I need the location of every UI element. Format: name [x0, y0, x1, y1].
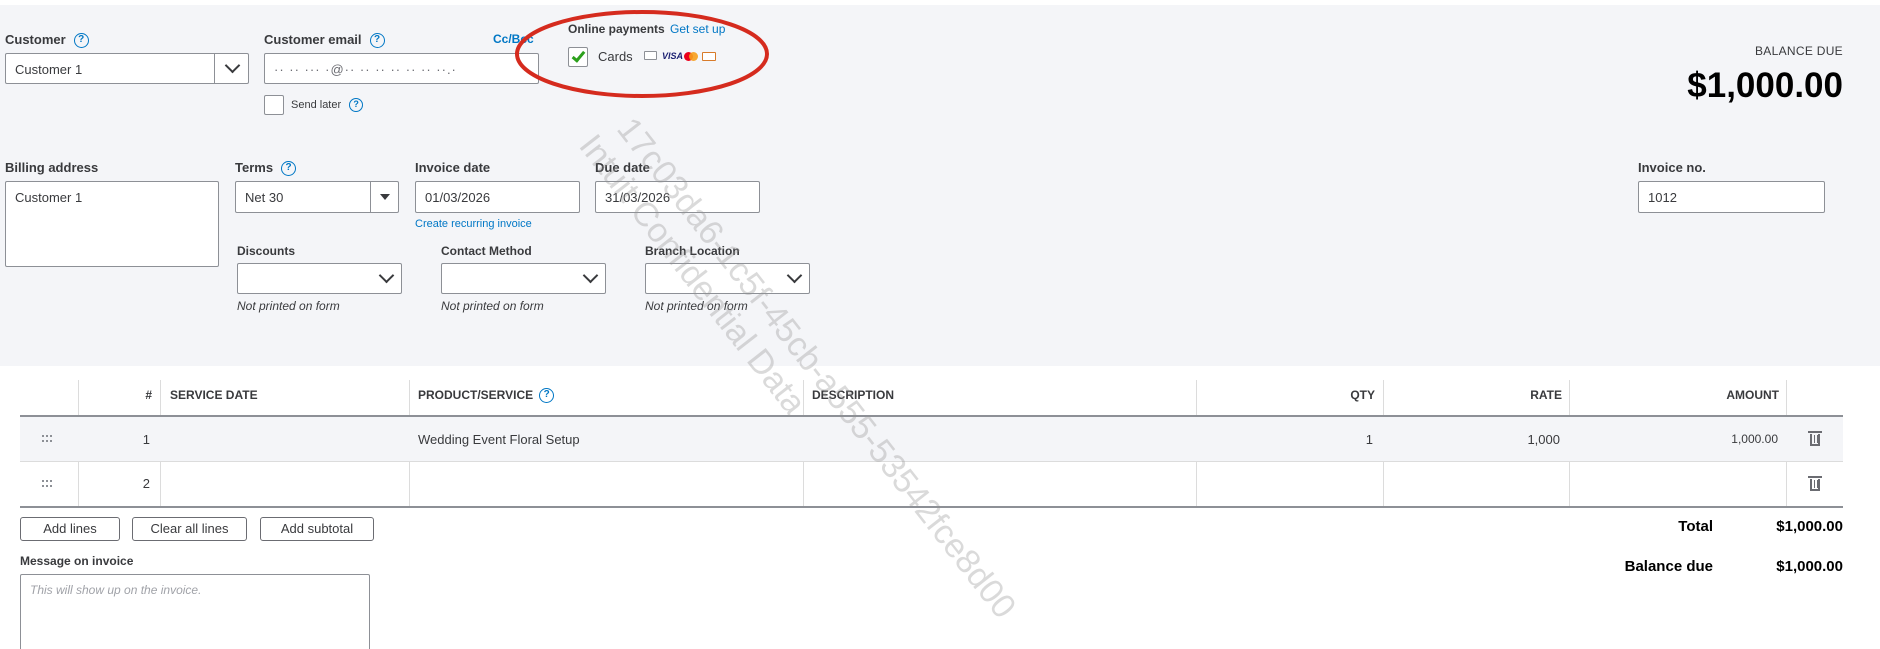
- billing-address-value: Customer 1: [15, 190, 83, 205]
- balance-due-label: BALANCE DUE: [1755, 44, 1843, 58]
- trash-icon[interactable]: [1808, 431, 1822, 446]
- col-header-product-text: PRODUCT/SERVICE: [418, 388, 534, 402]
- chevron-down-icon[interactable]: [224, 57, 241, 74]
- customer-email-help-icon[interactable]: ?: [369, 33, 385, 49]
- row-product[interactable]: Wedding Event Floral Setup: [418, 432, 580, 447]
- discounts-note: Not printed on form: [237, 299, 340, 313]
- col-header-description: DESCRIPTION: [812, 388, 895, 402]
- drag-handle-icon[interactable]: [42, 480, 52, 488]
- clear-all-lines-button[interactable]: Clear all lines: [132, 517, 247, 541]
- branch-location-note: Not printed on form: [645, 299, 748, 313]
- contact-method-note: Not printed on form: [441, 299, 544, 313]
- due-date-field[interactable]: 31/03/2026: [595, 181, 760, 213]
- row-qty[interactable]: 1: [1366, 432, 1373, 447]
- send-later-label: Send later?: [291, 98, 364, 112]
- caret-down-icon[interactable]: [380, 194, 390, 200]
- discounts-select[interactable]: [237, 263, 402, 294]
- terms-divider: [370, 182, 371, 212]
- col-header-rate: RATE: [1530, 388, 1562, 402]
- invoice-no-label: Invoice no.: [1638, 160, 1706, 175]
- send-later-checkbox[interactable]: [264, 95, 284, 115]
- chevron-down-icon[interactable]: [786, 267, 803, 284]
- row-amount[interactable]: 1,000.00: [1731, 432, 1778, 446]
- col-header-amount: AMOUNT: [1726, 388, 1779, 402]
- customer-select-divider: [214, 54, 215, 83]
- invoice-no-field[interactable]: 1012: [1638, 181, 1825, 213]
- row-num: 2: [142, 476, 150, 491]
- balance-due-total-value: $1,000.00: [1776, 558, 1843, 575]
- highlight-circle: [515, 10, 769, 98]
- col-header-qty: QTY: [1350, 388, 1375, 402]
- customer-email-value: ·· ·· ··· ·@·· ·· ·· ·· ·· ·· ··.·: [274, 62, 457, 77]
- table-row[interactable]: [20, 417, 1843, 461]
- total-label: Total: [1678, 518, 1713, 535]
- customer-label: Customer?: [5, 32, 89, 49]
- table-row[interactable]: [20, 462, 1843, 506]
- customer-email-label-text: Customer email: [264, 32, 362, 47]
- trash-icon[interactable]: [1808, 476, 1822, 491]
- balance-due-amount: $1,000.00: [1687, 66, 1843, 105]
- contact-method-label: Contact Method: [441, 244, 532, 258]
- terms-label: Terms?: [235, 160, 297, 177]
- add-lines-button[interactable]: Add lines: [20, 517, 120, 541]
- col-header-product: PRODUCT/SERVICE?: [418, 388, 555, 404]
- balance-due-total-label: Balance due: [1624, 558, 1713, 575]
- chevron-down-icon[interactable]: [582, 267, 599, 284]
- customer-email-field[interactable]: ·· ·· ··· ·@·· ·· ·· ·· ·· ·· ··.·: [264, 53, 539, 84]
- invoice-no-value: 1012: [1648, 190, 1677, 205]
- send-later-help-icon[interactable]: ?: [349, 98, 364, 112]
- message-on-invoice-label: Message on invoice: [20, 554, 134, 568]
- terms-help-icon[interactable]: ?: [281, 161, 297, 177]
- discounts-label: Discounts: [237, 244, 296, 258]
- product-help-icon[interactable]: ?: [539, 388, 555, 404]
- chevron-down-icon[interactable]: [378, 267, 395, 284]
- contact-method-select[interactable]: [441, 263, 606, 294]
- terms-label-text: Terms: [235, 160, 274, 175]
- billing-address-label: Billing address: [5, 160, 99, 175]
- col-header-num: #: [145, 388, 152, 402]
- billing-address-field[interactable]: Customer 1: [5, 181, 219, 267]
- send-later-text: Send later: [291, 98, 342, 111]
- terms-select[interactable]: Net 30: [235, 181, 399, 213]
- customer-help-icon[interactable]: ?: [73, 33, 89, 49]
- customer-value: Customer 1: [15, 62, 83, 77]
- due-date-label: Due date: [595, 160, 650, 175]
- customer-select[interactable]: Customer 1: [5, 53, 249, 84]
- invoice-date-value: 01/03/2026: [425, 190, 491, 205]
- branch-location-label: Branch Location: [645, 244, 740, 258]
- terms-value: Net 30: [245, 190, 284, 205]
- message-on-invoice-field[interactable]: This will show up on the invoice.: [20, 574, 370, 649]
- drag-handle-icon[interactable]: [42, 435, 52, 443]
- row-num: 1: [142, 432, 150, 447]
- due-date-value: 31/03/2026: [605, 190, 671, 205]
- customer-label-text: Customer: [5, 32, 66, 47]
- invoice-date-field[interactable]: 01/03/2026: [415, 181, 580, 213]
- create-recurring-invoice-link[interactable]: Create recurring invoice: [415, 218, 532, 230]
- add-subtotal-button[interactable]: Add subtotal: [260, 517, 374, 541]
- invoice-date-label: Invoice date: [415, 160, 491, 175]
- message-placeholder: This will show up on the invoice.: [30, 583, 202, 597]
- table-bottom-rule: [20, 506, 1843, 508]
- row-rate[interactable]: 1,000: [1527, 432, 1560, 447]
- customer-email-label: Customer email?: [264, 32, 385, 49]
- total-value: $1,000.00: [1776, 518, 1843, 535]
- col-header-service-date: SERVICE DATE: [170, 388, 258, 402]
- branch-location-select[interactable]: [645, 263, 810, 294]
